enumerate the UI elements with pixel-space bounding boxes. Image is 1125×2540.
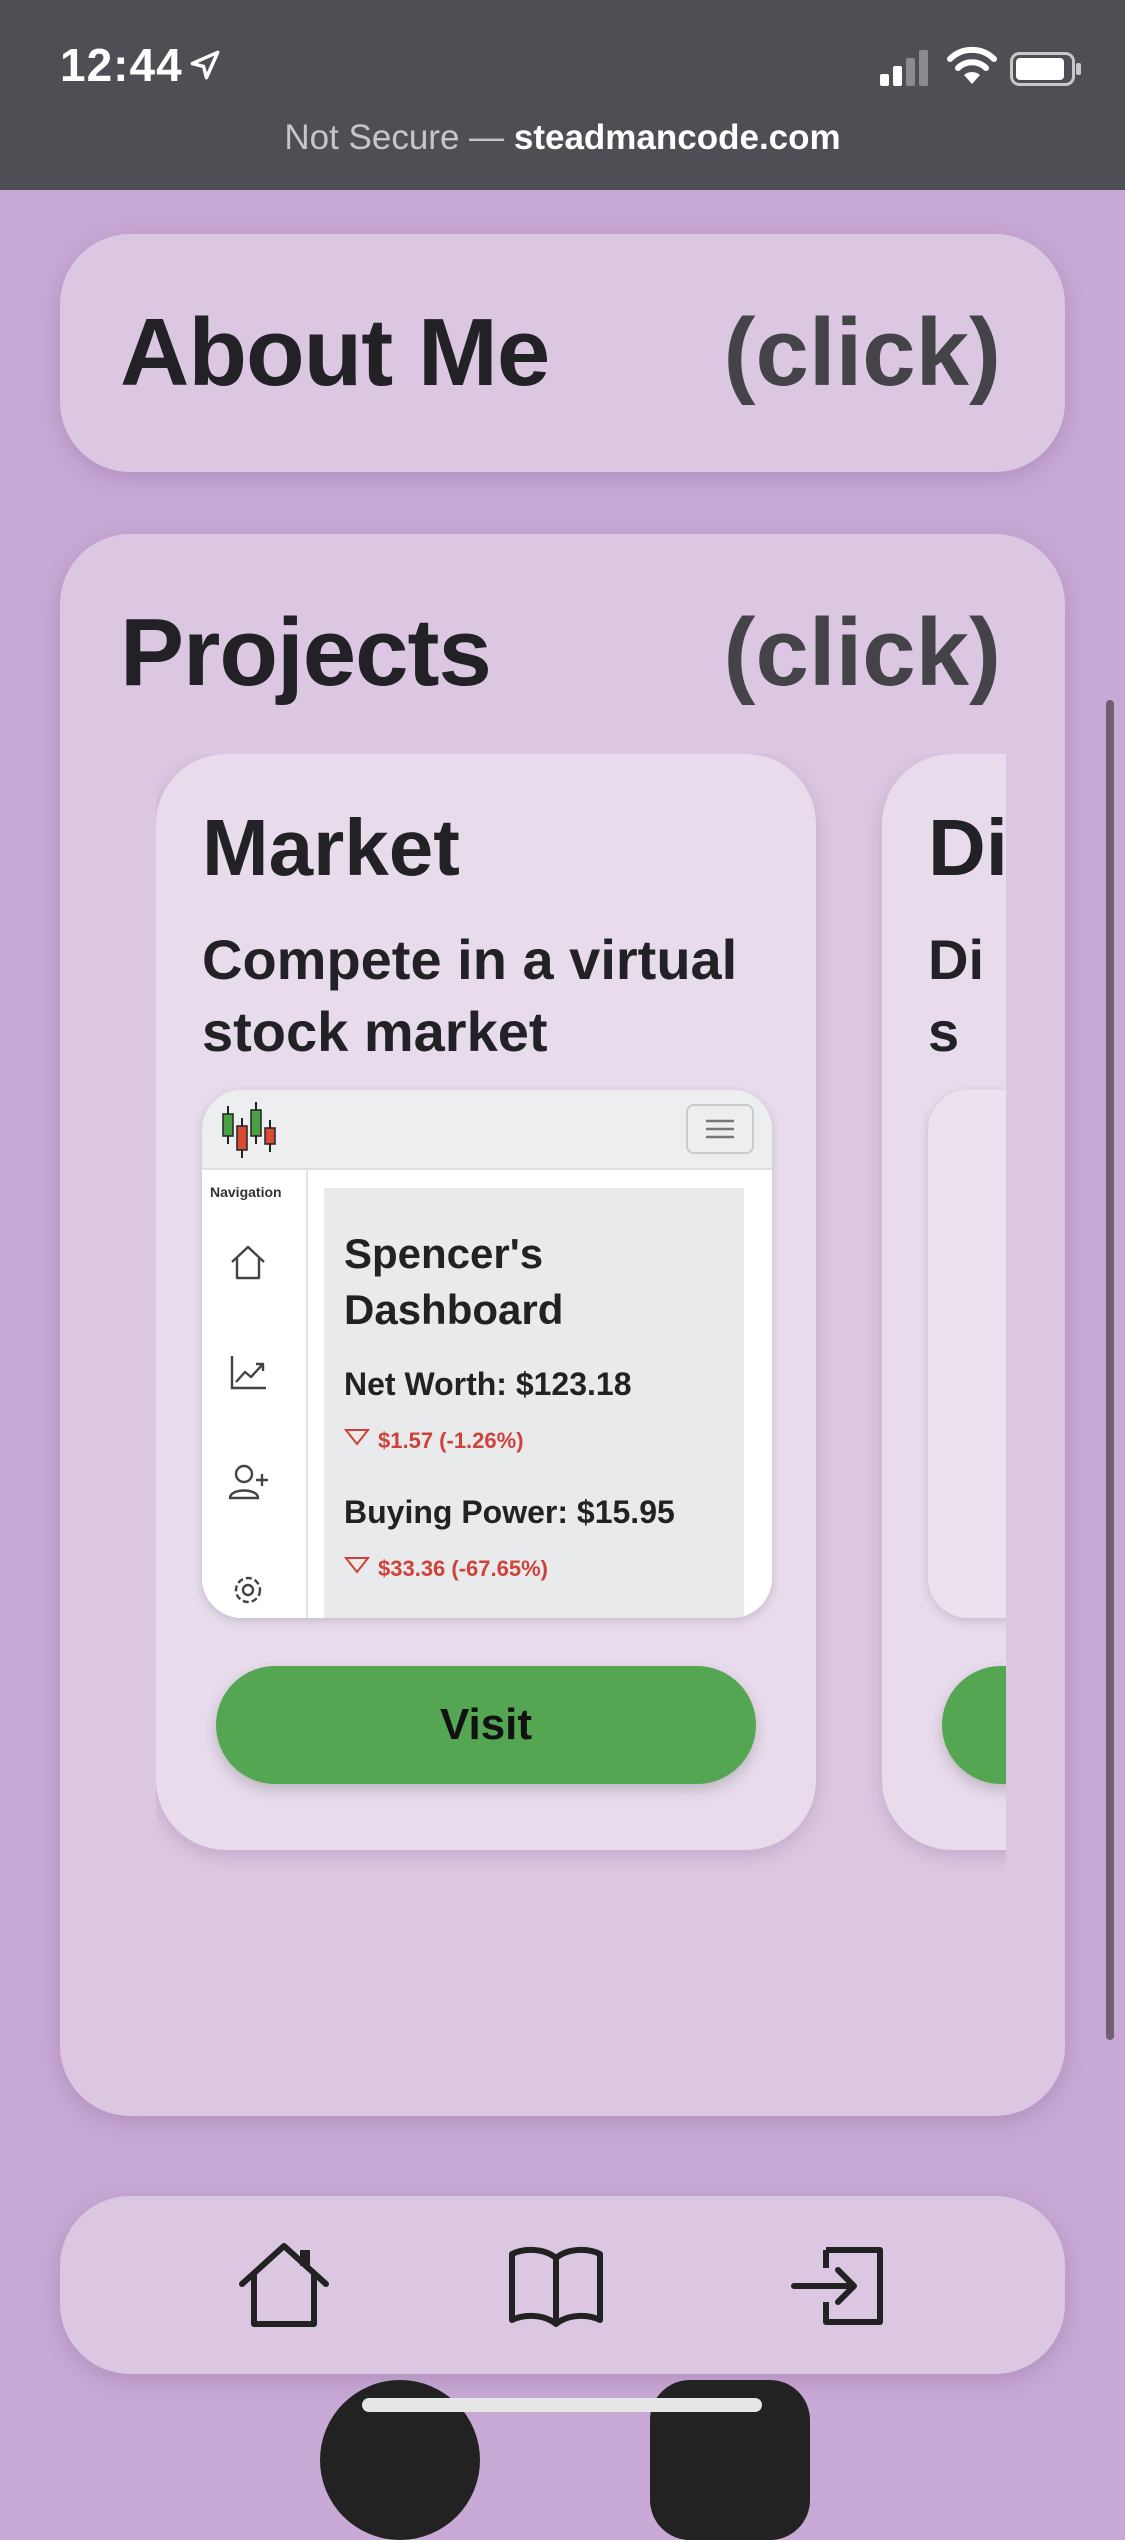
project-card-market: Market Compete in a virtual stock market (156, 754, 816, 1850)
projects-title: Projects (120, 599, 492, 706)
project-card-second: Di Disco (882, 754, 1006, 1850)
battery-icon (1010, 52, 1081, 86)
url-domain: steadmancode.com (513, 118, 841, 157)
visit-button[interactable]: Visit (216, 1666, 756, 1784)
chart-trend-icon (230, 1356, 266, 1390)
visit-button[interactable] (942, 1666, 1006, 1784)
book-icon[interactable] (508, 2240, 604, 2330)
projects-click-hint[interactable]: (click) (724, 598, 1001, 708)
hamburger-menu-icon (706, 1119, 734, 1139)
buying-power-change-value: $33.36 (-67.65%) (378, 1556, 548, 1581)
preview-menu-button (686, 1104, 754, 1154)
dashboard-title: Spencer's Dashboard (344, 1230, 564, 1333)
net-worth-change-value: $1.57 (-1.26%) (378, 1428, 524, 1453)
buying-power-change: $33.36 (-67.65%) (344, 1556, 548, 1582)
login-icon[interactable] (790, 2240, 886, 2330)
down-triangle-icon (344, 1557, 370, 1574)
project-name: Di (928, 803, 1006, 892)
preview-sidebar: Navigation (202, 1170, 308, 1618)
net-worth-change: $1.57 (-1.26%) (344, 1428, 524, 1454)
project-preview-image (928, 1090, 1006, 1618)
buying-power: Buying Power: $15.95 (344, 1494, 675, 1530)
projects-carousel[interactable]: Market Compete in a virtual stock market (156, 754, 1006, 1914)
candlestick-logo-icon (222, 1102, 276, 1158)
bottom-nav (60, 2196, 1065, 2374)
preview-header (202, 1090, 772, 1170)
about-card[interactable]: About Me (click) (60, 234, 1065, 472)
clock: 12:44 (60, 39, 183, 91)
project-description: Disco (928, 928, 984, 1063)
address-bar[interactable]: Not Secure — steadmancode.com (0, 118, 1125, 158)
home-icon[interactable] (236, 2240, 332, 2330)
preview-dashboard: Spencer's Dashboard Net Worth: $123.18 $… (324, 1188, 744, 1618)
down-triangle-icon (344, 1429, 370, 1446)
preview-nav-label: Navigation (210, 1184, 282, 1200)
status-bar: 12:44 Not Secure — steadmancode.com (0, 0, 1125, 190)
page-scrollbar[interactable] (1106, 700, 1114, 2040)
project-name: Market (202, 803, 460, 892)
about-click-hint[interactable]: (click) (724, 298, 1001, 408)
projects-card[interactable]: Projects (click) Market Compete in a vir… (60, 534, 1065, 2116)
location-arrow-icon (190, 50, 220, 80)
about-title: About Me (120, 299, 550, 406)
wifi-icon (947, 46, 997, 84)
project-preview-image: Navigation Spencer's Dashboard Net Worth… (202, 1090, 772, 1618)
add-user-icon (228, 1464, 268, 1500)
security-label: Not Secure — (284, 118, 514, 157)
gear-icon (234, 1576, 262, 1604)
project-description: Compete in a virtual stock market (202, 928, 738, 1063)
home-icon (231, 1245, 265, 1280)
net-worth: Net Worth: $123.18 (344, 1366, 632, 1402)
home-indicator (362, 2398, 762, 2412)
signal-icon (880, 50, 928, 86)
